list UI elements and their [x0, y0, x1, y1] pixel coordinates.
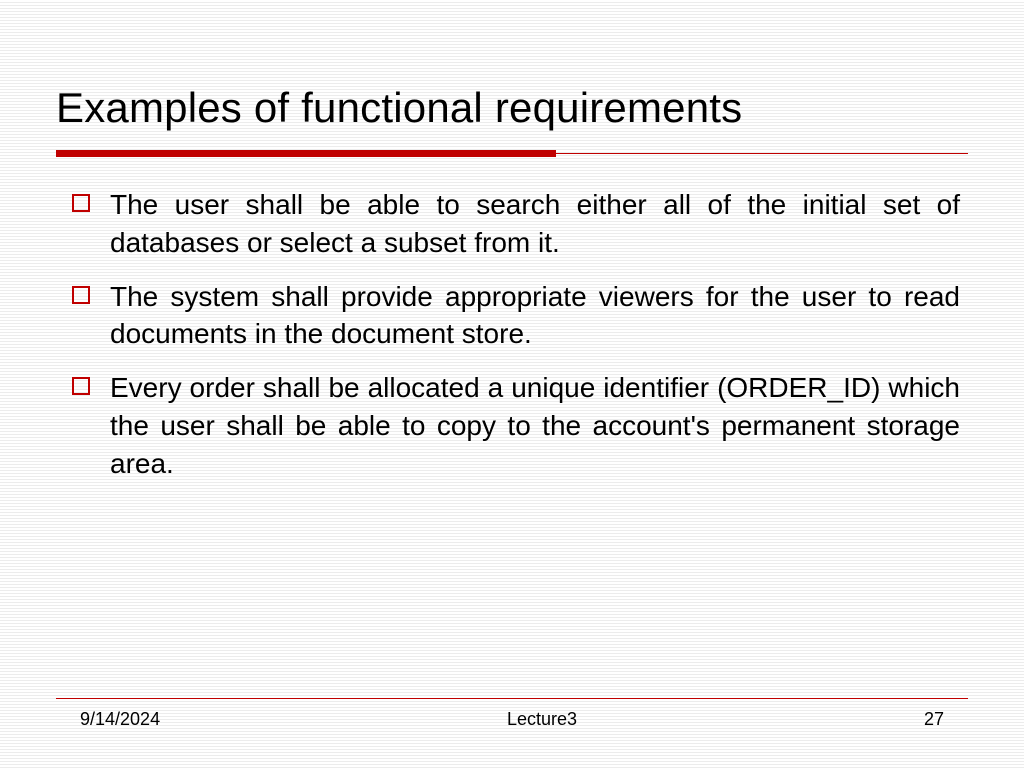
bullet-text: Every order shall be allocated a unique …: [110, 369, 960, 482]
slide: Examples of functional requirements The …: [0, 0, 1024, 768]
footer-page-number: 27: [924, 709, 944, 730]
list-item: Every order shall be allocated a unique …: [72, 369, 960, 482]
slide-footer: 9/14/2024 Lecture3 27: [56, 698, 968, 730]
underline-thick: [56, 150, 556, 157]
square-bullet-icon: [72, 286, 90, 304]
list-item: The user shall be able to search either …: [72, 186, 960, 262]
content-area: The user shall be able to search either …: [56, 186, 964, 483]
footer-row: 9/14/2024 Lecture3 27: [56, 709, 968, 730]
footer-center: Lecture3: [507, 709, 577, 730]
bullet-text: The user shall be able to search either …: [110, 186, 960, 262]
square-bullet-icon: [72, 194, 90, 212]
title-underline: [56, 150, 964, 158]
footer-rule: [56, 698, 968, 699]
footer-date: 9/14/2024: [80, 709, 160, 730]
list-item: The system shall provide appropriate vie…: [72, 278, 960, 354]
bullet-text: The system shall provide appropriate vie…: [110, 278, 960, 354]
slide-title: Examples of functional requirements: [56, 84, 964, 132]
square-bullet-icon: [72, 377, 90, 395]
